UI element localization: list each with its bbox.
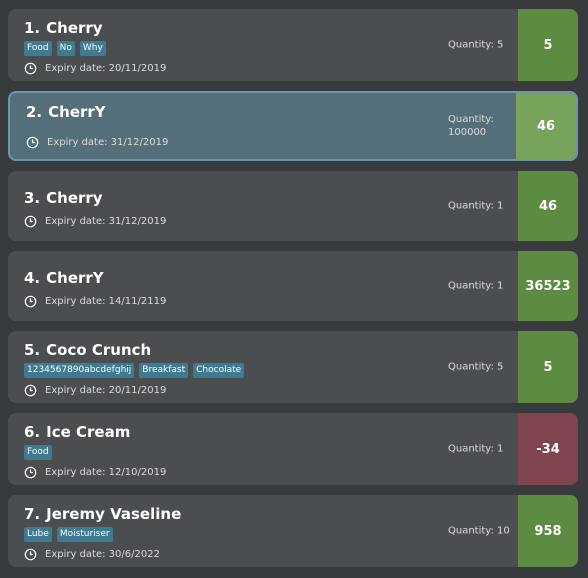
item-title: 2. CherrY [26,103,106,121]
expiry-row: Expiry date: 20/11/2019 [24,62,166,75]
expiry-date: Expiry date: 30/6/2022 [45,549,160,560]
expiry-row: Expiry date: 30/6/2022 [24,548,160,561]
expiry-row: Expiry date: 12/10/2019 [24,466,166,479]
tag: Food [24,41,52,56]
expiry-date: Expiry date: 31/12/2019 [47,137,169,148]
quantity-label: Quantity: 1 [448,280,504,292]
list-item[interactable]: 1. Cherry Food No Why Expiry date: 20/11/… [8,9,578,81]
tag: Moisturiser [56,527,113,542]
tag-list: Lube Moisturiser [24,527,113,542]
list-item-selected[interactable]: 2. CherrY Expiry date: 31/12/2019 Quantit… [8,91,578,161]
list-item[interactable]: 4. CherrY Expiry date: 14/11/2119 Quantit… [8,251,578,321]
tag-list: Food No Why [24,41,106,56]
clock-icon [26,136,39,149]
quantity-label: Quantity: 10 [448,525,510,537]
days-left-badge: 36523 [518,251,578,321]
tag: 1234567890abcdefghij [24,363,135,378]
item-name: CherrY [46,269,104,287]
item-title: 5. Coco Crunch [24,341,151,359]
quantity-label: Quantity: 5 [448,39,504,51]
clock-icon [24,295,37,308]
tag-list: Food [24,445,52,460]
days-left-badge: 958 [518,495,578,567]
expiry-date: Expiry date: 20/11/2019 [45,63,167,74]
tag: Breakfast [139,363,189,378]
item-name: Jeremy Vaseline [46,505,182,523]
quantity-label: Quantity: 5 [448,361,504,373]
list-item[interactable]: 3. Cherry Expiry date: 31/12/2019 Quantit… [8,171,578,241]
clock-icon [24,62,37,75]
clock-icon [24,384,37,397]
item-name: Cherry [46,189,103,207]
item-title: 4. CherrY [24,269,104,287]
quantity-label: Quantity: 1 [448,200,504,212]
item-index: 5. [24,341,41,359]
days-left-badge: 46 [516,93,576,159]
tag: Why [79,41,106,56]
days-left-badge: -34 [518,413,578,485]
list-item[interactable]: 6. Ice Cream Food Expiry date: 12/10/2019… [8,413,578,485]
expiry-date: Expiry date: 12/10/2019 [45,467,167,478]
list-item[interactable]: 7. Jeremy Vaseline Lube Moisturiser Expir… [8,495,578,567]
expiry-date: Expiry date: 31/12/2019 [45,216,167,227]
clock-icon [24,215,37,228]
days-left-badge: 46 [518,171,578,241]
tag: No [56,41,75,56]
expiry-date: Expiry date: 14/11/2119 [45,296,167,307]
expiry-row: Expiry date: 31/12/2019 [26,136,168,149]
expiry-row: Expiry date: 14/11/2119 [24,295,166,308]
tag: Lube [24,527,52,542]
clock-icon [24,548,37,561]
item-name: Ice Cream [46,423,131,441]
clock-icon [24,466,37,479]
expiry-row: Expiry date: 20/11/2019 [24,384,166,397]
item-index: 1. [24,19,41,37]
item-name: Cherry [46,19,103,37]
item-title: 7. Jeremy Vaseline [24,505,181,523]
days-left-badge: 5 [518,331,578,403]
tag: Chocolate [193,363,245,378]
expiry-row: Expiry date: 31/12/2019 [24,215,166,228]
item-index: 7. [24,505,41,523]
quantity-label: Quantity: 1 [448,443,504,455]
item-title: 3. Cherry [24,189,103,207]
item-name: Coco Crunch [46,341,152,359]
days-left-badge: 5 [518,9,578,81]
item-name: CherrY [48,103,106,121]
tag-list: 1234567890abcdefghij Breakfast Chocolate [24,363,245,378]
item-index: 3. [24,189,41,207]
expiry-date: Expiry date: 20/11/2019 [45,385,167,396]
item-title: 6. Ice Cream [24,423,130,441]
item-index: 6. [24,423,41,441]
item-list: 1. Cherry Food No Why Expiry date: 20/11/… [0,0,588,578]
list-item[interactable]: 5. Coco Crunch 1234567890abcdefghij Break… [8,331,578,403]
item-index: 4. [24,269,41,287]
item-title: 1. Cherry [24,19,103,37]
quantity-label: Quantity: 100000 [448,114,494,138]
tag: Food [24,445,52,460]
item-index: 2. [26,103,43,121]
